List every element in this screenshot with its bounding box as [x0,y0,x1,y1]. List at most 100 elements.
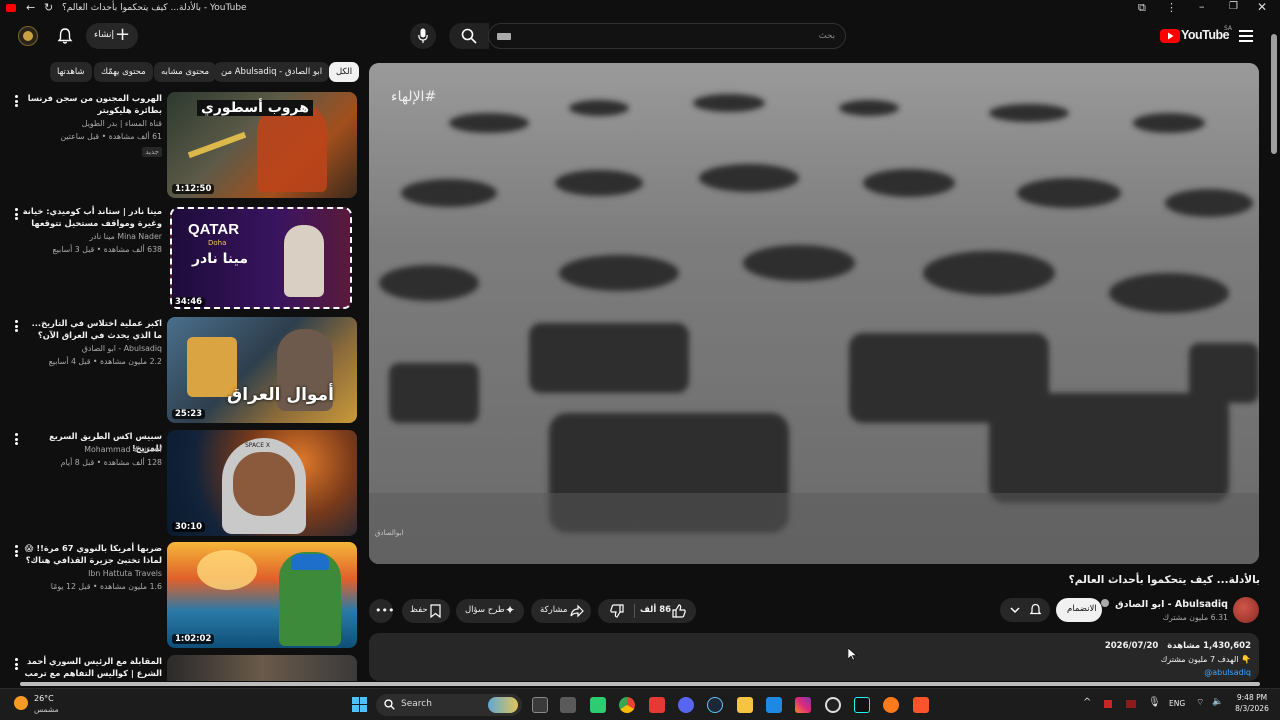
weather-widget[interactable]: 26°C مشمس [12,693,72,717]
recommendation-item[interactable]: QATAR Doha مينا نادر 34:46 مينا نادر | س… [0,205,360,311]
brave-icon[interactable] [913,697,929,713]
more-options-icon[interactable] [12,207,22,221]
video-title[interactable]: المقابلة مع الرئيس السوري أحمد الشرع | ك… [22,655,163,679]
extensions-icon[interactable]: ⧉ [1138,1,1146,15]
cloud-app-icon[interactable] [883,697,899,713]
keyboard-icon[interactable] [497,33,511,40]
account-avatar[interactable] [18,26,38,46]
clock[interactable]: 9:48 PM 8/3/2026 [1232,693,1272,713]
page-scrollbar[interactable] [1270,30,1278,680]
start-button[interactable] [352,697,368,713]
more-options-icon[interactable] [12,432,22,446]
channel-handle-link[interactable]: @abulsadiq [1204,668,1251,677]
more-options-icon[interactable] [12,657,22,671]
create-button[interactable]: + إنشاء [86,23,138,49]
steam-icon[interactable] [707,697,723,713]
task-view-icon[interactable] [532,697,548,713]
horizontal-scrollbar[interactable] [20,681,1260,687]
chrome-icon[interactable] [619,697,635,713]
video-thumbnail[interactable] [167,542,357,648]
recommendation-item[interactable]: 1:02:02 ضربها أمريكا بالنووي 67 مرة!! 😱 … [0,542,360,648]
more-options-icon[interactable] [12,544,22,558]
description-line-2[interactable]: @abulsadiq [1204,668,1251,677]
channel-name[interactable]: Mohammad Youssef [22,445,162,454]
video-title[interactable]: ضربها أمريكا بالنووي 67 مرة!! 😱 لماذا تخ… [22,542,162,566]
channel-name[interactable]: Ibn Hattuta Travels [22,569,162,578]
menu-hamburger-icon[interactable] [1239,30,1253,42]
app-blue-icon[interactable] [766,697,782,713]
recommendation-item[interactable]: هروب أسطوري 1:12:50 الهروب المجنون من سج… [0,92,360,198]
video-thumbnail[interactable]: أموال العراق [167,317,357,423]
tray-app-icon[interactable] [1104,700,1112,708]
chip-related[interactable]: محتوى مشابه [154,62,216,82]
discord-icon[interactable] [678,697,694,713]
chip-for-you[interactable]: محتوى يهمّك [94,62,153,82]
channel-name[interactable]: Abulsadiq - ابو الصادق [22,344,162,353]
taskbar-search[interactable]: Search [376,694,522,716]
recommendation-item[interactable]: SPACE X 30:10 سبيس اكس الطريق السريع للم… [0,430,360,536]
channel-avatar[interactable] [1233,597,1259,623]
minimize-icon[interactable]: – [1199,0,1205,13]
reload-icon[interactable]: ↻ [44,1,53,14]
voice-search-button[interactable] [410,23,436,49]
chip-from-channel[interactable]: من Abulsadiq - ابو الصادق [214,62,330,82]
share-button[interactable]: مشاركة [531,599,591,623]
browser-menu-icon[interactable]: ⋮ [1166,1,1177,14]
recommendation-item[interactable]: المقابلة مع الرئيس السوري أحمد الشرع | ك… [0,655,360,681]
channel-name[interactable]: قناة المساء | بدر الطويل [22,119,162,128]
join-button[interactable]: الانضمام [1056,598,1102,622]
wifi-icon[interactable]: ⌔ [1196,697,1204,708]
volume-icon[interactable]: 🔈 [1212,697,1223,707]
verified-icon [1100,599,1109,607]
tray-overflow-icon[interactable]: ^ [1083,697,1091,708]
obs-icon[interactable] [825,697,841,713]
maximize-icon[interactable]: ❐ [1229,1,1238,12]
video-duration: 1:02:02 [172,634,215,644]
app-green-icon[interactable] [590,697,606,713]
search-button[interactable] [449,23,489,49]
more-options-icon[interactable] [12,319,22,333]
search-input[interactable]: بحث [488,23,846,49]
youtube-header: + إنشاء بحث YouTube SA [0,18,1280,56]
video-title[interactable]: الهروب المجنون من سجن فرنسا بطائرة هليكو… [22,92,162,116]
like-button[interactable]: 86 ألف [636,599,696,623]
weather-desc: مشمس [34,705,59,714]
close-window-icon[interactable]: ✕ [1257,0,1267,14]
youtube-app-icon[interactable] [649,697,665,713]
video-thumbnail[interactable] [167,655,357,681]
channel-name[interactable]: Abulsadiq - ابو الصادق [1100,599,1228,610]
tiktok-icon[interactable] [854,697,870,713]
widgets-icon[interactable] [560,697,576,713]
recommendation-item[interactable]: أموال العراق 25:23 اكبر عملية اختلاس في … [0,317,360,423]
like-divider [634,604,635,618]
more-actions-button[interactable]: ••• [369,599,394,623]
video-thumbnail[interactable]: QATAR Doha مينا نادر [170,207,352,309]
instagram-icon[interactable] [795,697,811,713]
subscriber-count: 6.31 مليون مشترك [1162,613,1228,622]
notifications-bell-icon[interactable] [57,27,73,45]
chip-watched[interactable]: شاهدتها [50,62,92,82]
video-thumbnail[interactable]: هروب أسطوري [167,92,357,198]
back-icon[interactable]: ← [26,1,35,14]
point-icon: 👇 [1241,655,1251,664]
tray-mic-icon[interactable]: 🎙 [1148,697,1161,708]
video-player[interactable]: #الإلهاء ابوالصادق [369,63,1259,564]
video-meta: 61 ألف مشاهدة • قبل ساعتين [60,132,162,141]
channel-name[interactable]: Mina Nader مينا نادر [22,232,162,241]
tray-app-icon-2[interactable] [1126,700,1136,708]
chip-all[interactable]: الكل [329,62,360,82]
description-box[interactable]: 1,430,602 مشاهدة 2026/07/20 👇 الهدف 7 مل… [369,633,1259,681]
video-title[interactable]: اكبر عملية اختلاس في التاريخ... ما الذي … [22,317,162,341]
subscribed-dropdown[interactable] [1000,598,1050,622]
ask-button[interactable]: ✦ طرح سؤال [456,599,524,623]
bell-icon [1029,603,1042,615]
language-indicator[interactable]: ENG [1169,699,1185,708]
mic-icon [418,28,428,43]
video-title[interactable]: مينا نادر | ستاند أب كوميدي: خيانة وغيرة… [22,205,162,229]
save-button[interactable]: حفظ [402,599,450,623]
more-options-icon[interactable] [12,94,22,108]
file-explorer-icon[interactable] [737,697,753,713]
video-thumbnail[interactable]: SPACE X [167,430,357,536]
youtube-logo[interactable]: YouTube SA [1160,25,1232,46]
dislike-button[interactable] [598,599,634,623]
